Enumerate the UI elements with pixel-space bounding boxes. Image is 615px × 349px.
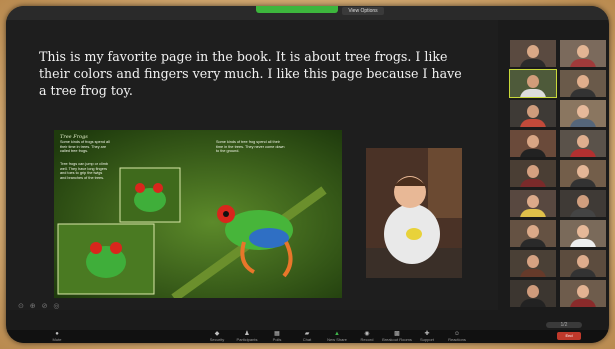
book-page-image: Tree Frogs Some kinds of frogs spend all… xyxy=(54,130,342,298)
zoom-window: View Options This is my favorite page in… xyxy=(6,6,609,343)
participant-tile[interactable] xyxy=(560,220,606,247)
record-button[interactable]: ◉ Record xyxy=(352,331,382,342)
tree-frog-illustration xyxy=(54,130,342,298)
participant-tile[interactable] xyxy=(510,250,556,277)
participant-tile[interactable] xyxy=(560,130,606,157)
participant-tile[interactable] xyxy=(509,69,557,98)
participant-tile[interactable] xyxy=(510,190,556,217)
top-bar: View Options xyxy=(6,6,609,20)
book-text-3: Some kinds of tree frog spend all their … xyxy=(216,140,285,154)
gallery-pager[interactable]: 1/2 xyxy=(546,322,582,328)
participant-tile[interactable] xyxy=(510,160,556,187)
participants-button[interactable]: ♟ Participants xyxy=(232,331,262,342)
chat-button[interactable]: ▰ Chat xyxy=(292,331,322,342)
participant-gallery xyxy=(509,40,607,318)
participant-tile[interactable] xyxy=(560,280,606,307)
participant-tile[interactable] xyxy=(560,160,606,187)
participant-tile[interactable] xyxy=(510,100,556,127)
participant-tile[interactable] xyxy=(510,130,556,157)
slide-caption: This is my favorite page in the book. It… xyxy=(39,49,462,98)
participant-tile[interactable] xyxy=(560,40,606,67)
mute-button[interactable]: ● Mute xyxy=(42,331,72,342)
reactions-button[interactable]: ☺ Reactions xyxy=(442,331,472,342)
participant-tile[interactable] xyxy=(560,70,606,97)
participant-tile[interactable] xyxy=(510,280,556,307)
meeting-toolbar: ● Mute ◆ Security ♟ Participants ▦ Polls ▰ Ch… xyxy=(6,330,609,343)
book-text-1: Some kinds of frogs spend all their time… xyxy=(60,140,110,154)
student-photo xyxy=(366,148,462,278)
sharing-indicator[interactable] xyxy=(256,6,338,13)
new-share-button[interactable]: ▲ New Share xyxy=(322,331,352,342)
polls-button[interactable]: ▦ Polls xyxy=(262,331,292,342)
participant-tile[interactable] xyxy=(510,220,556,247)
book-text-2: Tree frogs can jump or climb well. They … xyxy=(60,162,108,180)
participant-tile[interactable] xyxy=(560,250,606,277)
security-button[interactable]: ◆ Security xyxy=(202,331,232,342)
participant-tile[interactable] xyxy=(560,100,606,127)
participant-tile[interactable] xyxy=(560,190,606,217)
view-options-button[interactable]: View Options xyxy=(342,7,384,15)
breakout-rooms-button[interactable]: ▩ Breakout Rooms xyxy=(382,331,412,342)
end-meeting-button[interactable]: End xyxy=(557,332,581,340)
support-button[interactable]: ✚ Support xyxy=(412,331,442,342)
participant-tile[interactable] xyxy=(510,40,556,67)
annotation-toolbar[interactable]: ⊙ ⊕ ⊘ ◎ xyxy=(18,302,62,310)
